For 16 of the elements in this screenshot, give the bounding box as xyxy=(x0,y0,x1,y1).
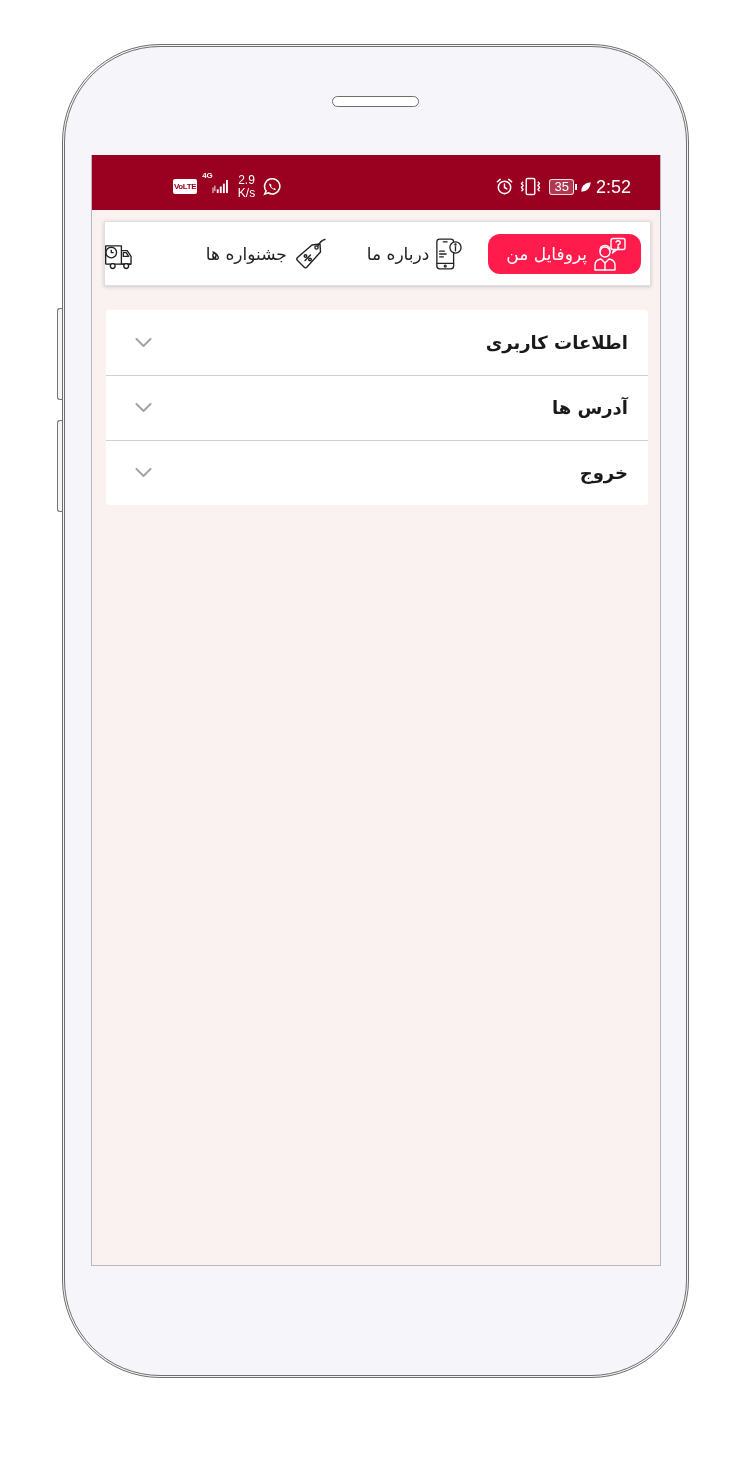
alarm-clock-icon xyxy=(495,177,515,196)
network-type: 4G xyxy=(202,171,213,180)
tab[interactable]: پروفایل من xyxy=(488,233,641,274)
tablet-info-icon xyxy=(435,236,463,271)
person-question-icon xyxy=(593,236,627,271)
signal-icon xyxy=(211,179,229,194)
speed-unit: K/s xyxy=(237,186,256,200)
battery-indicator: 35 xyxy=(549,178,577,195)
volte-indicator: VoLTE xyxy=(173,179,198,194)
tab[interactable]: درباره ما xyxy=(352,233,477,274)
chat-bubble-icon xyxy=(263,177,283,196)
tab[interactable]: جشنواره ها xyxy=(191,233,341,274)
network-speed: 2.9 xyxy=(238,173,255,187)
vibrate-icon xyxy=(520,177,542,196)
leaf-icon xyxy=(579,180,592,193)
status-time: 2:52 xyxy=(595,176,631,197)
